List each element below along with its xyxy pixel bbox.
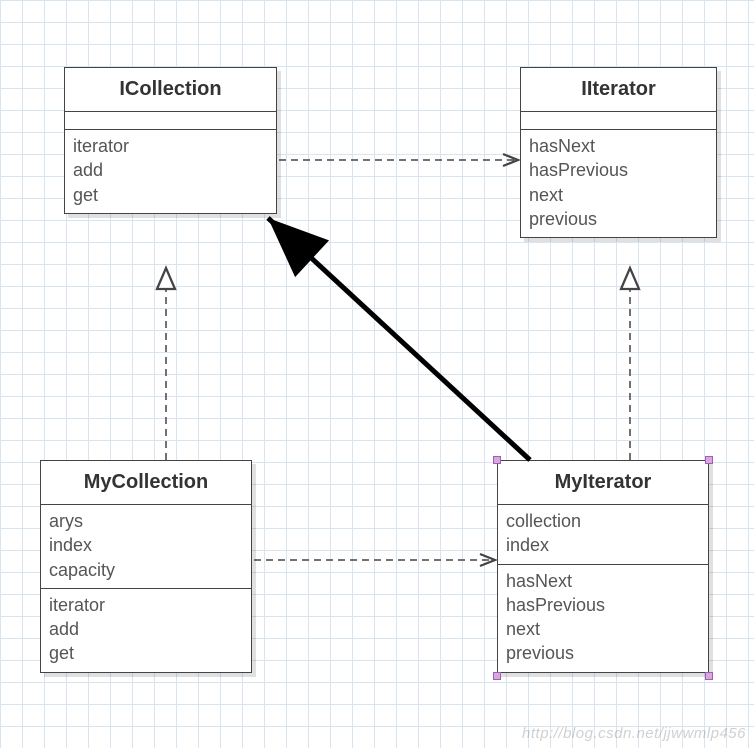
- class-methods: hasNext hasPrevious next previous: [498, 565, 708, 672]
- selection-handle[interactable]: [705, 456, 713, 464]
- class-attributes-empty: [65, 112, 276, 130]
- class-title: IIterator: [521, 68, 716, 112]
- method: get: [73, 183, 268, 207]
- class-attributes: arys index capacity: [41, 505, 251, 589]
- method: next: [506, 617, 700, 641]
- class-title: MyCollection: [41, 461, 251, 505]
- class-methods: hasNext hasPrevious next previous: [521, 130, 716, 237]
- attribute: index: [506, 533, 700, 557]
- watermark-text: http://blog.csdn.net/jjwwmlp456: [522, 725, 746, 742]
- selection-handle[interactable]: [705, 672, 713, 680]
- method: hasNext: [506, 569, 700, 593]
- method: hasPrevious: [529, 158, 708, 182]
- class-methods: iterator add get: [65, 130, 276, 213]
- attribute: capacity: [49, 558, 243, 582]
- class-title: ICollection: [65, 68, 276, 112]
- class-methods: iterator add get: [41, 589, 251, 672]
- class-mycollection[interactable]: MyCollection arys index capacity iterato…: [40, 460, 252, 673]
- method: hasPrevious: [506, 593, 700, 617]
- attribute: arys: [49, 509, 243, 533]
- class-myiterator[interactable]: MyIterator collection index hasNext hasP…: [497, 460, 709, 673]
- attribute: collection: [506, 509, 700, 533]
- method: hasNext: [529, 134, 708, 158]
- method: iterator: [49, 593, 243, 617]
- class-attributes: collection index: [498, 505, 708, 565]
- method: get: [49, 641, 243, 665]
- class-title: MyIterator: [498, 461, 708, 505]
- selection-handle[interactable]: [493, 456, 501, 464]
- method: add: [73, 158, 268, 182]
- method: next: [529, 183, 708, 207]
- class-iiterator[interactable]: IIterator hasNext hasPrevious next previ…: [520, 67, 717, 238]
- class-attributes-empty: [521, 112, 716, 130]
- class-icollection[interactable]: ICollection iterator add get: [64, 67, 277, 214]
- method: previous: [506, 641, 700, 665]
- method: iterator: [73, 134, 268, 158]
- attribute: index: [49, 533, 243, 557]
- selection-handle[interactable]: [493, 672, 501, 680]
- method: add: [49, 617, 243, 641]
- method: previous: [529, 207, 708, 231]
